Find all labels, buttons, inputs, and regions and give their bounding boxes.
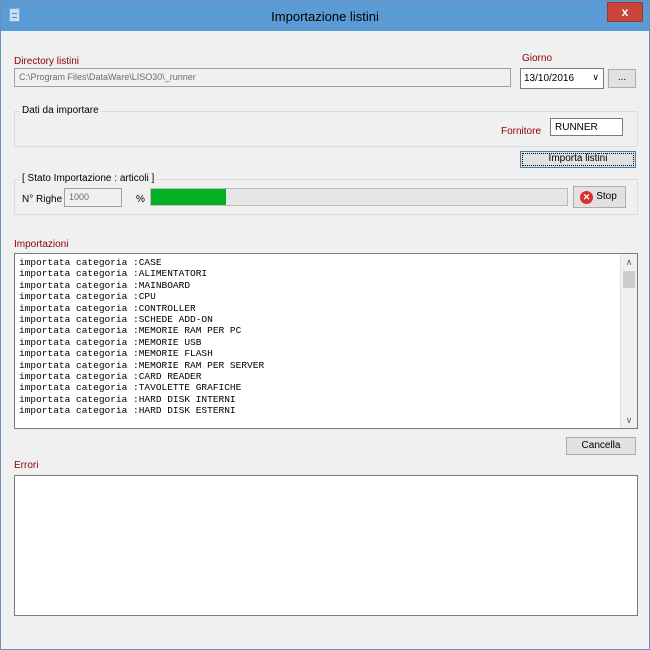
scroll-thumb[interactable]: [623, 271, 635, 288]
scroll-down-icon[interactable]: ∨: [621, 412, 637, 428]
list-item[interactable]: importata categoria :ALIMENTATORI: [19, 268, 619, 279]
giorno-label: Giorno: [522, 53, 553, 64]
list-item[interactable]: importata categoria :CASE: [19, 257, 619, 268]
stop-button[interactable]: ✕ Stop: [573, 186, 626, 208]
vertical-scrollbar[interactable]: ∧ ∨: [620, 254, 637, 428]
fornitore-input[interactable]: RUNNER: [550, 118, 623, 136]
list-item[interactable]: importata categoria :SCHEDE ADD-ON: [19, 314, 619, 325]
list-item[interactable]: importata categoria :MEMORIE FLASH: [19, 348, 619, 359]
percent-label: %: [136, 194, 145, 205]
dati-label: Dati da importare: [20, 105, 101, 116]
importa-listini-button[interactable]: Importa listini: [520, 151, 636, 168]
righe-label: N° Righe: [22, 194, 63, 205]
righe-input[interactable]: 1000: [64, 188, 122, 207]
giorno-datepicker[interactable]: 13/10/2016 ∨: [520, 68, 604, 89]
list-item[interactable]: importata categoria :MEMORIE USB: [19, 337, 619, 348]
importazioni-label: Importazioni: [14, 239, 69, 250]
errori-textarea[interactable]: [14, 475, 638, 616]
chevron-down-icon[interactable]: ∨: [592, 72, 599, 83]
dati-groupbox: [14, 111, 638, 147]
importazioni-listbox[interactable]: importata categoria :CASE importata categ…: [14, 253, 638, 429]
list-item[interactable]: importata categoria :CONTROLLER: [19, 303, 619, 314]
import-progress-bar: [150, 188, 568, 206]
scroll-up-icon[interactable]: ∧: [621, 254, 637, 270]
fornitore-label: Fornitore: [501, 126, 542, 137]
list-item[interactable]: importata categoria :CPU: [19, 291, 619, 302]
directory-label: Directory listini: [14, 56, 80, 67]
list-item[interactable]: importata categoria :HARD DISK INTERNI: [19, 394, 619, 405]
list-item[interactable]: importata categoria :CARD READER: [19, 371, 619, 382]
cancella-button[interactable]: Cancella: [566, 437, 636, 455]
list-item[interactable]: importata categoria :MEMORIE RAM PER SER…: [19, 360, 619, 371]
close-button[interactable]: x: [607, 2, 643, 22]
stato-label: [ Stato Importazione : articoli ]: [20, 173, 157, 184]
errori-label: Errori: [14, 460, 39, 471]
progress-fill: [151, 189, 226, 205]
window-title: Importazione listini: [271, 9, 379, 24]
stop-icon: ✕: [580, 191, 593, 204]
list-item[interactable]: importata categoria :TAVOLETTE GRAFICHE: [19, 382, 619, 393]
browse-button[interactable]: ...: [608, 69, 636, 88]
stop-label: Stop: [596, 191, 617, 202]
giorno-value: 13/10/2016: [524, 73, 575, 84]
list-item[interactable]: importata categoria :HARD DISK ESTERNI: [19, 405, 619, 416]
title-bar[interactable]: Importazione listini x: [1, 1, 649, 31]
list-item[interactable]: importata categoria :MEMORIE RAM PER PC: [19, 325, 619, 336]
list-item[interactable]: importata categoria :MAINBOARD: [19, 280, 619, 291]
directory-input[interactable]: C:\Program Files\DataWare\LISO30\_runner: [14, 68, 511, 87]
dialog-window: Importazione listini x Directory listini…: [0, 0, 650, 650]
importazioni-items: importata categoria :CASE importata categ…: [19, 257, 619, 417]
